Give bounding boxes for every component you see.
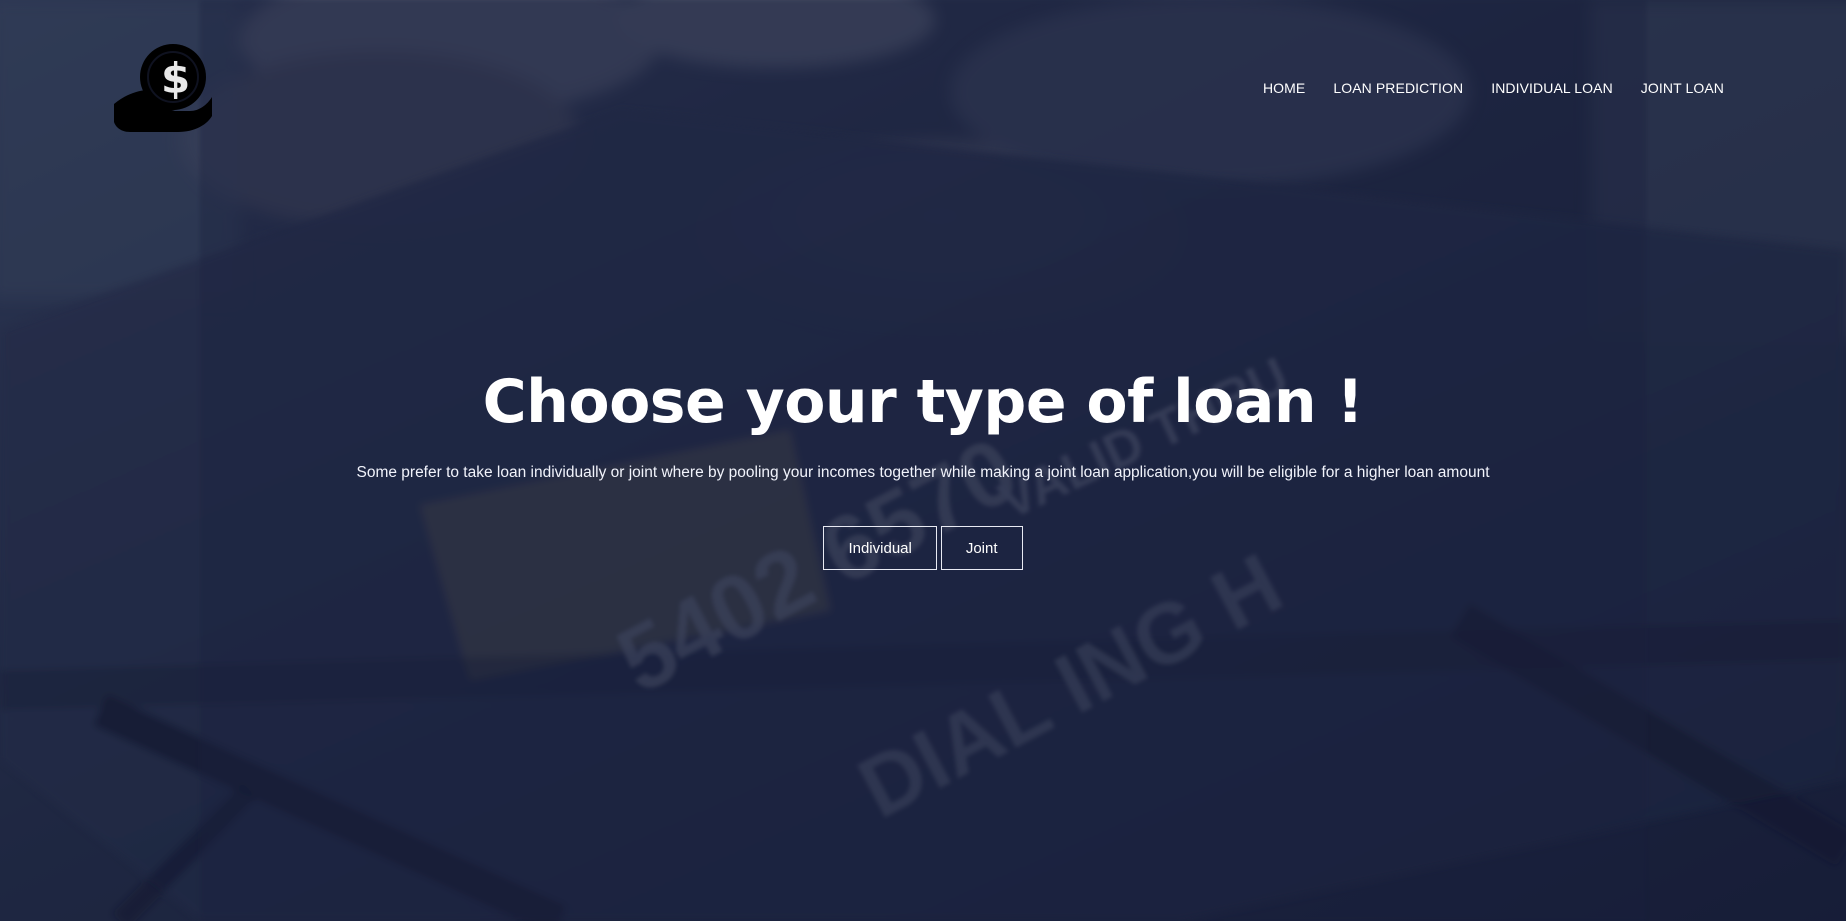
main-navigation: HOME LOAN PREDICTION INDIVIDUAL LOAN JOI…	[1263, 80, 1724, 96]
site-header: $ HOME LOAN PREDICTION INDIVIDUAL LOAN J…	[0, 0, 1846, 180]
hero-content: Choose your type of loan ! Some prefer t…	[0, 356, 1846, 570]
nav-joint-loan-link[interactable]: JOINT LOAN	[1641, 80, 1724, 96]
page-title: Choose your type of loan !	[482, 367, 1364, 437]
loan-type-description: Some prefer to take loan individually or…	[356, 464, 1490, 481]
individual-button[interactable]: Individual	[823, 526, 937, 570]
nav-loan-prediction-link[interactable]: LOAN PREDICTION	[1333, 80, 1463, 96]
loan-type-buttons: Individual Joint	[0, 526, 1846, 570]
hand-dollar-coin-icon: $	[114, 44, 212, 132]
nav-individual-loan-link[interactable]: INDIVIDUAL LOAN	[1491, 80, 1613, 96]
joint-button[interactable]: Joint	[940, 526, 1023, 570]
hero-section: 5402 6570 DIAL ING H VALID THRU $ HOME L…	[0, 0, 1846, 921]
site-logo[interactable]: $	[108, 42, 216, 132]
svg-text:$: $	[161, 54, 190, 103]
nav-home-link[interactable]: HOME	[1263, 80, 1305, 96]
